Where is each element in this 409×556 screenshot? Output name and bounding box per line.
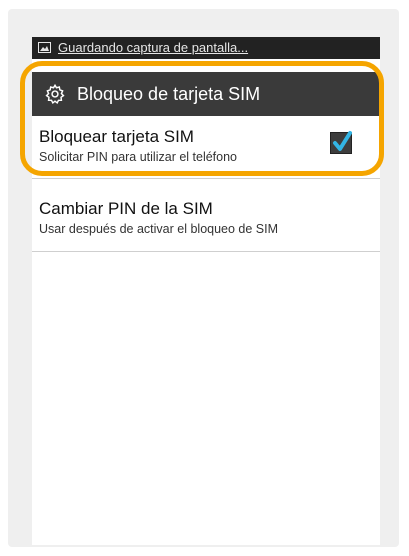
- sim-lock-toggle[interactable]: Bloquear tarjeta SIM Solicitar PIN para …: [32, 117, 380, 169]
- checkmark-icon: [333, 131, 352, 151]
- sim-lock-checkbox[interactable]: [330, 131, 352, 154]
- gear-icon: [45, 83, 65, 105]
- title-bar: Bloqueo de tarjeta SIM: [32, 72, 380, 116]
- status-bar[interactable]: Guardando captura de pantalla...: [32, 37, 380, 59]
- change-pin-summary: Usar después de activar el bloqueo de SI…: [39, 222, 279, 236]
- change-pin-title: Cambiar PIN de la SIM: [39, 199, 213, 218]
- phone-screen: Guardando captura de pantalla... Bloqueo…: [32, 37, 380, 545]
- divider: [32, 178, 380, 179]
- change-sim-pin-item[interactable]: Cambiar PIN de la SIM Usar después de ac…: [32, 189, 380, 252]
- page-title: Bloqueo de tarjeta SIM: [77, 84, 261, 104]
- sim-lock-title: Bloquear tarjeta SIM: [39, 127, 194, 146]
- image-icon: [38, 42, 51, 53]
- status-notification-text: Guardando captura de pantalla...: [58, 40, 249, 55]
- sim-lock-summary: Solicitar PIN para utilizar el teléfono: [39, 150, 238, 164]
